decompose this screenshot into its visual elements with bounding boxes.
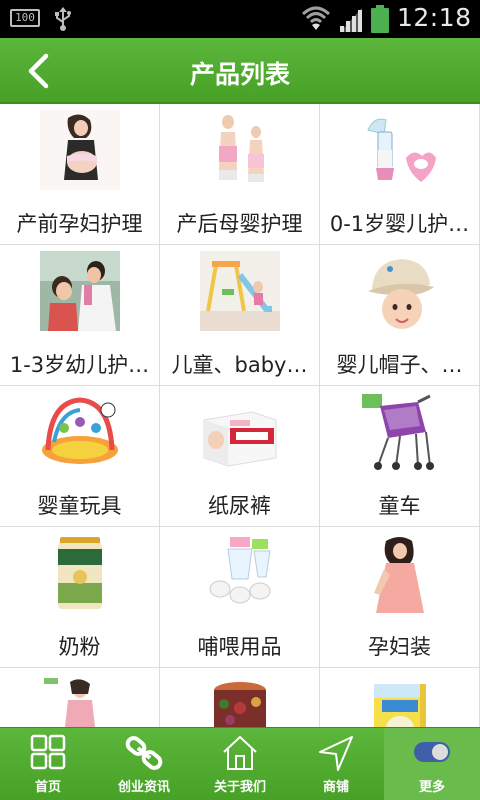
product-cell[interactable]: 产后母婴护理	[160, 104, 320, 245]
stroller-photo	[360, 392, 440, 472]
child-doctor-photo	[40, 251, 120, 331]
product-label: 哺喂用品	[197, 635, 282, 659]
product-label: 0-1岁婴儿护…	[329, 212, 470, 236]
play-gym-photo	[40, 392, 120, 472]
pregnant-woman-photo	[40, 110, 120, 190]
nav-label: 首页	[34, 780, 61, 795]
home-icon	[223, 736, 257, 770]
product-cell[interactable]	[320, 668, 480, 727]
milk-powder-can-photo	[40, 533, 120, 613]
toggle-icon	[414, 742, 450, 762]
usb-icon	[55, 7, 71, 31]
bottom-nav: 首页 创业资讯 关于我们 商铺 更多	[0, 727, 480, 800]
product-cell[interactable]: 1-3岁幼儿护…	[0, 245, 160, 386]
product-label: 儿童、baby…	[171, 353, 308, 377]
nav-more[interactable]: 更多	[384, 728, 480, 800]
status-bar: 100 12:18	[0, 0, 480, 38]
title-bar: 产品列表	[0, 38, 480, 104]
maternity-clothes-photo	[40, 674, 120, 727]
wifi-icon	[301, 6, 331, 30]
grid-icon	[30, 734, 66, 770]
battery-icon	[371, 5, 389, 33]
diaper-box-photo	[200, 392, 280, 472]
product-cell[interactable]	[0, 668, 160, 727]
product-cell[interactable]: 婴儿帽子、…	[320, 245, 480, 386]
baby-hat-photo	[360, 251, 440, 331]
nav-shop[interactable]: 商铺	[288, 728, 384, 800]
postpartum-belt-photo	[200, 110, 280, 190]
maternity-dress-photo	[360, 533, 440, 613]
product-label: 童车	[378, 494, 421, 518]
product-label: 奶粉	[58, 635, 101, 659]
feeding-supplies-photo	[200, 533, 280, 613]
product-grid: 产前孕妇护理 产后母婴护理 0-1岁婴儿护… 1-3岁幼儿护… 儿童、baby……	[0, 104, 480, 727]
product-label: 孕妇装	[368, 635, 431, 659]
battery-box-text: 100	[15, 11, 35, 24]
baby-food-box-photo	[360, 674, 440, 727]
nav-news[interactable]: 创业资讯	[96, 728, 192, 800]
product-label: 1-3岁幼儿护…	[9, 353, 150, 377]
product-label: 产后母婴护理	[176, 212, 303, 236]
nav-label: 关于我们	[213, 780, 266, 795]
signal-icon	[340, 8, 362, 32]
product-cell[interactable]: 产前孕妇护理	[0, 104, 160, 245]
nav-label: 创业资讯	[117, 780, 170, 795]
nav-label: 商铺	[322, 780, 349, 795]
product-cell[interactable]: 0-1岁婴儿护…	[320, 104, 480, 245]
product-label: 纸尿裤	[208, 494, 271, 518]
product-cell[interactable]: 孕妇装	[320, 527, 480, 668]
product-cell[interactable]: 哺喂用品	[160, 527, 320, 668]
navigation-arrow-icon	[319, 736, 353, 771]
battery-100-icon: 100	[10, 9, 40, 27]
product-cell[interactable]	[160, 668, 320, 727]
product-cell[interactable]: 婴童玩具	[0, 386, 160, 527]
nav-label: 更多	[418, 780, 445, 795]
nav-about[interactable]: 关于我们	[192, 728, 288, 800]
product-label: 产前孕妇护理	[16, 212, 143, 236]
product-label: 婴儿帽子、…	[336, 353, 463, 377]
slide-swing-photo	[200, 251, 280, 331]
product-label: 婴童玩具	[37, 494, 122, 518]
breast-pump-photo	[360, 110, 440, 190]
clock: 12:18	[397, 3, 472, 32]
product-cell[interactable]: 童车	[320, 386, 480, 527]
nav-home[interactable]: 首页	[0, 728, 96, 800]
product-cell[interactable]: 儿童、baby…	[160, 245, 320, 386]
product-cell[interactable]: 奶粉	[0, 527, 160, 668]
page-title: 产品列表	[189, 60, 290, 89]
product-cell[interactable]: 纸尿裤	[160, 386, 320, 527]
snack-jar-photo	[200, 674, 280, 727]
link-icon	[125, 736, 163, 770]
